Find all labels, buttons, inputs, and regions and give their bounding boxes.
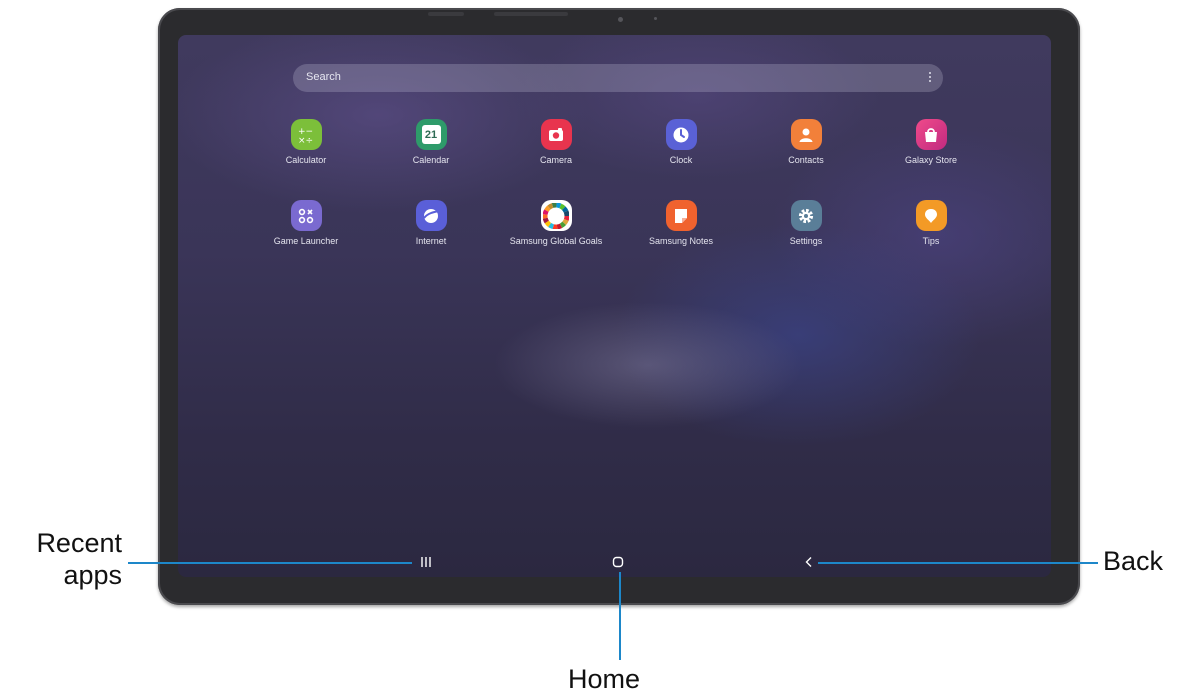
app-label: Clock (669, 155, 693, 165)
app-calendar[interactable]: 21 Calendar (371, 119, 491, 179)
clock-icon (665, 119, 697, 150)
app-settings[interactable]: Settings (746, 200, 866, 260)
app-internet[interactable]: Internet (371, 200, 491, 260)
recent-apps-callout-line (128, 562, 412, 564)
home-callout-line (619, 572, 621, 660)
back-icon (805, 557, 812, 567)
app-game-launcher[interactable]: Game Launcher (246, 200, 366, 260)
volume-button (428, 12, 464, 16)
recent-apps-button[interactable] (420, 555, 432, 573)
back-callout-line (818, 562, 1098, 564)
app-label: Calculator (285, 155, 327, 165)
app-samsung-global-goals[interactable]: Samsung Global Goals (496, 200, 616, 260)
search-placeholder: Search (306, 71, 341, 83)
home-screen: Search +− ×÷ Calculator 21 Calendar Camer… (178, 35, 1051, 577)
app-camera[interactable]: Camera (496, 119, 616, 179)
app-label: Samsung Global Goals (509, 236, 603, 246)
home-icon (612, 556, 624, 568)
home-callout-label: Home (568, 664, 641, 694)
app-label: Tips (922, 236, 940, 246)
global-goals-icon (540, 200, 572, 231)
app-calculator[interactable]: +− ×÷ Calculator (246, 119, 366, 179)
notes-icon (665, 200, 697, 231)
app-label: Camera (539, 155, 572, 165)
sensor (654, 17, 657, 20)
app-label: Samsung Notes (648, 236, 714, 246)
app-label: Contacts (788, 155, 824, 165)
internet-icon (415, 200, 447, 231)
camera-icon (540, 119, 572, 150)
tips-icon (915, 200, 947, 231)
front-camera (618, 17, 623, 22)
app-label: Game Launcher (273, 236, 339, 246)
calendar-day: 21 (421, 125, 441, 144)
home-button[interactable] (612, 555, 624, 573)
app-tips[interactable]: Tips (871, 200, 991, 260)
calculator-icon: +− ×÷ (290, 119, 322, 150)
game-launcher-icon (290, 200, 322, 231)
svg-text:×÷: ×÷ (298, 136, 313, 145)
power-button (494, 12, 568, 16)
search-bar[interactable]: Search (293, 64, 943, 92)
app-galaxy-store[interactable]: Galaxy Store (871, 119, 991, 179)
recent-apps-callout-label: Recent apps (36, 528, 122, 590)
app-samsung-notes[interactable]: Samsung Notes (621, 200, 741, 260)
app-label: Galaxy Store (904, 155, 958, 165)
app-clock[interactable]: Clock (621, 119, 741, 179)
back-button[interactable] (803, 555, 815, 573)
back-callout-label: Back (1103, 546, 1164, 576)
app-label: Calendar (412, 155, 450, 165)
settings-icon (790, 200, 822, 231)
app-label: Settings (789, 236, 823, 246)
more-options-icon[interactable] (928, 70, 931, 86)
recent-apps-icon (421, 557, 431, 567)
calendar-icon: 21 (415, 119, 447, 150)
app-label: Internet (415, 236, 447, 246)
contacts-icon (790, 119, 822, 150)
galaxy-store-icon (915, 119, 947, 150)
app-contacts[interactable]: Contacts (746, 119, 866, 179)
